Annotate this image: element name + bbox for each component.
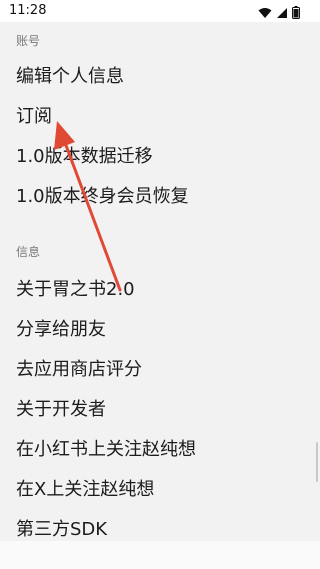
status-bar: 11:28 <box>0 0 320 22</box>
bottom-nav-bar <box>0 541 320 569</box>
menu-item-edit-profile[interactable]: 编辑个人信息 <box>16 62 124 88</box>
section-header-account: 账号 <box>16 34 41 48</box>
menu-item-follow-x[interactable]: 在X上关注赵纯想 <box>16 475 154 501</box>
menu-item-share[interactable]: 分享给朋友 <box>16 315 106 341</box>
menu-item-third-party-sdk[interactable]: 第三方SDK <box>16 515 107 541</box>
cellular-signal-icon <box>276 4 288 23</box>
menu-item-about-developer[interactable]: 关于开发者 <box>16 395 106 421</box>
status-icons <box>258 4 300 23</box>
menu-item-lifetime-restore[interactable]: 1.0版本终身会员恢复 <box>16 182 189 208</box>
scrollbar[interactable] <box>316 442 318 482</box>
menu-item-follow-xiaohongshu[interactable]: 在小红书上关注赵纯想 <box>16 435 196 461</box>
battery-icon <box>292 4 300 23</box>
menu-item-rate-app[interactable]: 去应用商店评分 <box>16 355 142 381</box>
menu-item-about-app[interactable]: 关于胃之书2.0 <box>16 275 135 301</box>
section-header-info: 信息 <box>16 245 41 259</box>
menu-item-data-migration[interactable]: 1.0版本数据迁移 <box>16 142 153 168</box>
settings-page: 账号 编辑个人信息 订阅 1.0版本数据迁移 1.0版本终身会员恢复 信息 关于… <box>0 22 320 541</box>
status-time: 11:28 <box>9 3 47 18</box>
menu-item-subscription[interactable]: 订阅 <box>16 102 52 128</box>
wifi-icon <box>258 4 272 23</box>
